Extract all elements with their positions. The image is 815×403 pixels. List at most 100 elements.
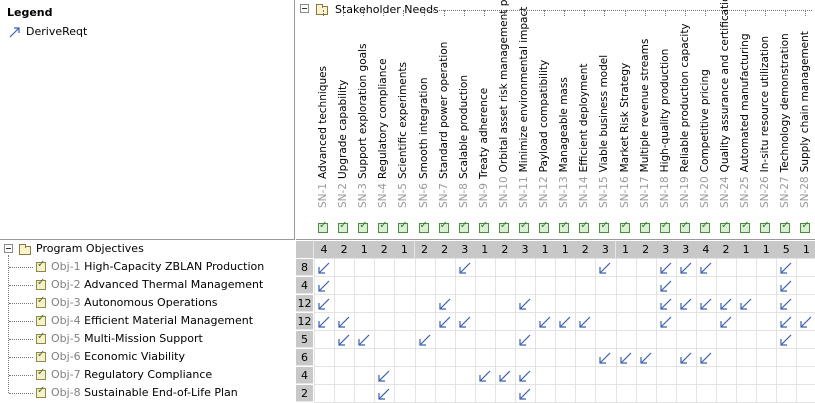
- derive-arrow-icon[interactable]: [659, 279, 673, 293]
- derive-arrow-icon[interactable]: [377, 387, 391, 401]
- row-label-obj-3[interactable]: Obj-3 Autonomous Operations: [51, 296, 218, 309]
- column-header-sn-16[interactable]: SN-16 Market Risk Strategy: [616, 0, 634, 240]
- derive-arrow-icon[interactable]: [317, 279, 331, 293]
- derive-arrow-icon[interactable]: [357, 333, 371, 347]
- column-header-sn-24[interactable]: SN-24 Quality assurance and certification: [716, 0, 734, 240]
- row-label-obj-7[interactable]: Obj-7 Regulatory Compliance: [51, 368, 212, 381]
- derive-arrow-icon[interactable]: [719, 297, 733, 311]
- derive-arrow-icon[interactable]: [498, 369, 512, 383]
- collapse-icon[interactable]: [300, 4, 309, 13]
- collapse-icon[interactable]: [4, 244, 13, 253]
- derive-arrow-icon[interactable]: [458, 261, 472, 275]
- derive-arrow-icon[interactable]: [418, 333, 432, 347]
- column-header-sn-8[interactable]: SN-8 Scalable production: [455, 0, 473, 240]
- derive-arrow-icon[interactable]: [619, 351, 633, 365]
- row-label-obj-6[interactable]: Obj-6 Economic Viability: [51, 350, 185, 363]
- derive-arrow-icon[interactable]: [458, 315, 472, 329]
- row-label-obj-8[interactable]: Obj-8 Sustainable End-of-Life Plan: [51, 386, 238, 399]
- derive-arrow-icon[interactable]: [799, 315, 813, 329]
- requirement-icon: [639, 220, 650, 233]
- column-header-text: SN-9 Treaty adherence: [478, 88, 490, 208]
- derive-arrow-icon[interactable]: [779, 333, 793, 347]
- column-header-sn-4[interactable]: SN-4 Regulatory compliance: [374, 0, 392, 240]
- derive-arrow-icon[interactable]: [317, 297, 331, 311]
- derive-arrow-icon[interactable]: [719, 315, 733, 329]
- requirement-icon: [36, 277, 46, 290]
- row-text: Advanced Thermal Management: [84, 278, 264, 291]
- column-header-sn-17[interactable]: SN-17 Multiple revenue streams: [636, 0, 654, 240]
- derive-arrow-icon[interactable]: [739, 297, 753, 311]
- column-header-sn-2[interactable]: SN-2 Upgrade capability: [334, 0, 352, 240]
- row-label-obj-5[interactable]: Obj-5 Multi-Mission Support: [51, 332, 203, 345]
- column-header-sn-12[interactable]: SN-12 Payload compatibility: [535, 0, 553, 240]
- row-label-obj-4[interactable]: Obj-4 Efficient Material Management: [51, 314, 253, 327]
- derive-arrow-icon[interactable]: [598, 351, 612, 365]
- derive-arrow-icon[interactable]: [438, 315, 452, 329]
- column-header-text: SN-4 Regulatory compliance: [377, 58, 389, 208]
- derive-arrow-icon[interactable]: [598, 261, 612, 275]
- grid-line: [354, 259, 355, 403]
- derive-arrow-icon[interactable]: [518, 387, 532, 401]
- legend-item-derive[interactable]: DeriveReqt: [9, 25, 87, 38]
- column-header-sn-10[interactable]: SN-10 Orbital asset risk management plan: [495, 0, 513, 240]
- column-id: SN-15: [598, 176, 611, 208]
- derive-arrow-icon[interactable]: [659, 297, 673, 311]
- column-header-sn-3[interactable]: SN-3 Support exploration goals: [354, 0, 372, 240]
- requirement-icon: [36, 349, 46, 362]
- row-label-obj-1[interactable]: Obj-1 High-Capacity ZBLAN Production: [51, 260, 264, 273]
- column-header-sn-25[interactable]: SN-25 Automated manufacturing: [736, 0, 754, 240]
- column-count: 1: [535, 241, 557, 258]
- column-header-sn-18[interactable]: SN-18 High-quality production: [656, 0, 674, 240]
- derive-arrow-icon[interactable]: [337, 333, 351, 347]
- column-id: SN-10: [497, 176, 510, 208]
- derive-arrow-icon[interactable]: [317, 315, 331, 329]
- derive-arrow-icon[interactable]: [558, 315, 572, 329]
- derive-arrow-icon[interactable]: [478, 369, 492, 383]
- derive-arrow-icon[interactable]: [578, 315, 592, 329]
- column-header-text: SN-20 Competitive pricing: [699, 69, 711, 208]
- derive-arrow-icon[interactable]: [518, 297, 532, 311]
- column-header-sn-7[interactable]: SN-7 Standard power operation: [435, 0, 453, 240]
- derive-arrow-icon[interactable]: [699, 297, 713, 311]
- tree-line: [9, 393, 33, 394]
- column-header-sn-5[interactable]: SN-5 Scientific experiments: [394, 0, 412, 240]
- column-count: 3: [515, 241, 536, 258]
- derive-arrow-icon[interactable]: [699, 351, 713, 365]
- grid-line: [314, 330, 815, 331]
- derive-arrow-icon[interactable]: [779, 261, 793, 275]
- derive-arrow-icon[interactable]: [659, 261, 673, 275]
- column-header-sn-9[interactable]: SN-9 Treaty adherence: [475, 0, 493, 240]
- column-header-sn-6[interactable]: SN-6 Smooth integration: [415, 0, 433, 240]
- derive-arrow-icon[interactable]: [518, 369, 532, 383]
- column-header-sn-11[interactable]: SN-11 Minimize environmental impact: [515, 0, 533, 240]
- column-header-sn-28[interactable]: SN-28 Supply chain management: [796, 0, 814, 240]
- derive-arrow-icon[interactable]: [679, 351, 693, 365]
- derive-arrow-icon[interactable]: [779, 297, 793, 311]
- header-tree-line: [785, 10, 787, 16]
- column-header-sn-26[interactable]: SN-26 In-situ resource utilization: [756, 0, 774, 240]
- derive-arrow-icon[interactable]: [438, 297, 452, 311]
- derive-arrow-icon[interactable]: [679, 261, 693, 275]
- derive-arrow-icon[interactable]: [337, 315, 351, 329]
- derive-arrow-icon[interactable]: [779, 315, 793, 329]
- program-objectives-label[interactable]: Program Objectives: [36, 242, 144, 255]
- derive-arrow-icon[interactable]: [538, 315, 552, 329]
- column-header-sn-1[interactable]: SN-1 Advanced techniques: [314, 0, 332, 240]
- column-header-sn-19[interactable]: SN-19 Reliable production capacity: [676, 0, 694, 240]
- derive-arrow-icon[interactable]: [679, 297, 693, 311]
- column-header-sn-15[interactable]: SN-15 Viable business model: [595, 0, 613, 240]
- derive-arrow-icon[interactable]: [779, 279, 793, 293]
- derive-arrow-icon[interactable]: [699, 261, 713, 275]
- column-header-text: SN-28 Supply chain management: [799, 31, 811, 208]
- column-header-text: SN-14 Efficient deployment: [578, 63, 590, 208]
- column-header-sn-20[interactable]: SN-20 Competitive pricing: [696, 0, 714, 240]
- derive-arrow-icon[interactable]: [639, 351, 653, 365]
- column-header-sn-27[interactable]: SN-27 Technology demonstration: [776, 0, 794, 240]
- column-header-sn-13[interactable]: SN-13 Manageable mass: [555, 0, 573, 240]
- derive-arrow-icon[interactable]: [377, 369, 391, 383]
- column-header-sn-14[interactable]: SN-14 Efficient deployment: [575, 0, 593, 240]
- derive-arrow-icon[interactable]: [317, 261, 331, 275]
- derive-arrow-icon[interactable]: [659, 315, 673, 329]
- row-label-obj-2[interactable]: Obj-2 Advanced Thermal Management: [51, 278, 263, 291]
- derive-arrow-icon[interactable]: [518, 333, 532, 347]
